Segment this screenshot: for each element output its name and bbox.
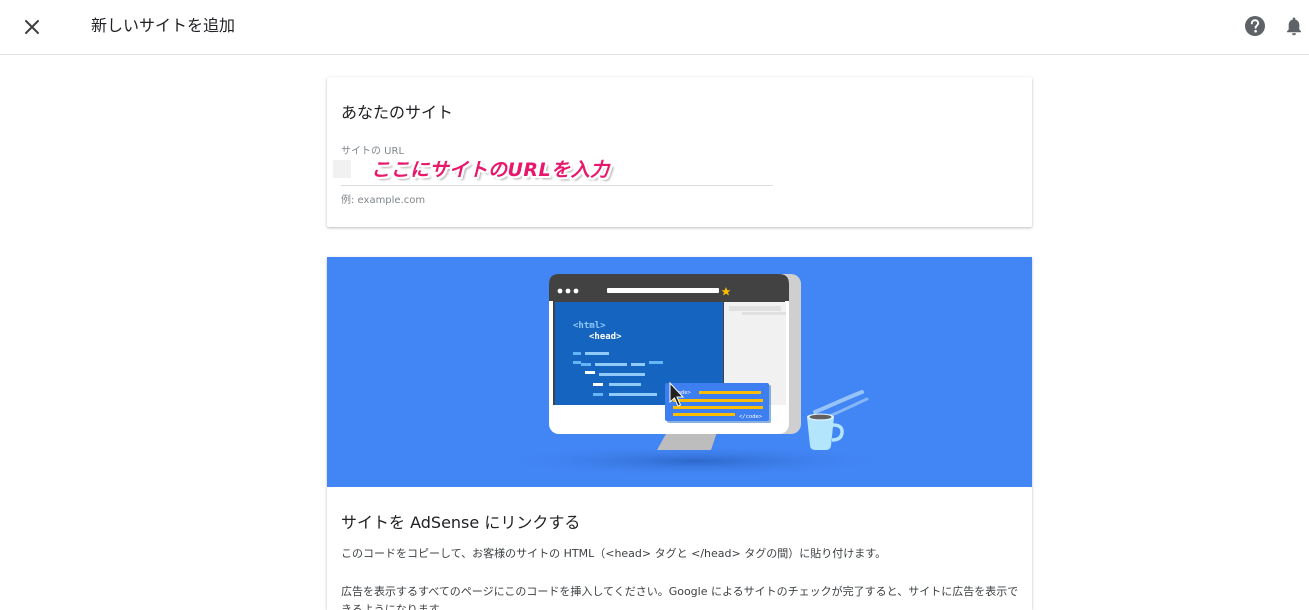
site-card: あなたのサイト サイトの URL ここにサイトのURLを入力 例: exampl…	[327, 77, 1032, 227]
monitor-illustration: <html> <head> <code> </code>	[495, 274, 895, 477]
top-app-bar: 新しいサイトを追加	[0, 0, 1309, 55]
coffee-cup-icon	[807, 413, 844, 450]
snippet-close-tag: </code>	[739, 414, 763, 420]
site-card-title: あなたのサイト	[341, 103, 454, 122]
input-cursor-box	[333, 160, 351, 178]
notifications-button[interactable]	[1283, 15, 1305, 37]
url-annotation: ここにサイトのURLを入力	[371, 159, 610, 181]
site-url-hint: 例: example.com	[341, 195, 426, 206]
link-description-2: 広告を表示するすべてのページにこのコードを挿入してください。Google による…	[341, 585, 1019, 610]
close-icon	[25, 20, 39, 34]
help-icon	[1245, 16, 1265, 36]
close-button[interactable]	[18, 13, 46, 41]
page-title: 新しいサイトを追加	[91, 16, 236, 35]
code-head-tag: <head>	[589, 332, 622, 342]
help-button[interactable]	[1244, 15, 1266, 37]
link-card: <html> <head> <code> </code> サイトを AdSens…	[327, 257, 1032, 610]
bell-icon	[1287, 17, 1301, 36]
link-description-1: このコードをコピーして、お客様のサイトの HTML（<head> タグと </h…	[341, 547, 887, 560]
hero-illustration: <html> <head> <code> </code>	[327, 257, 1032, 487]
code-html-tag: <html>	[573, 321, 606, 331]
link-card-title: サイトを AdSense にリンクする	[341, 513, 581, 532]
